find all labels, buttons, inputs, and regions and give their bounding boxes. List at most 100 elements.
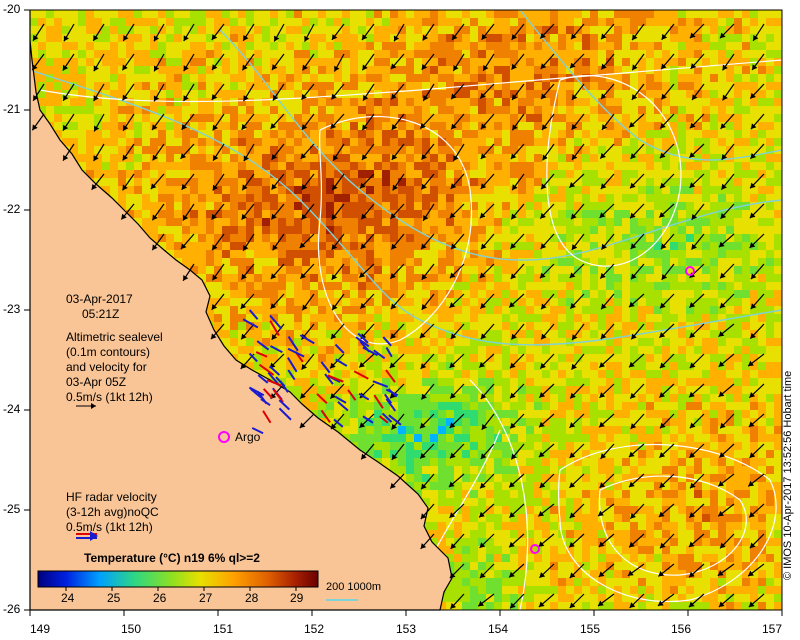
sst-cell	[150, 74, 158, 82]
sst-cell	[486, 122, 494, 130]
sst-cell	[462, 122, 470, 130]
sst-cell	[350, 42, 358, 50]
sst-cell	[422, 346, 430, 354]
sst-cell	[406, 42, 414, 50]
sst-cell	[382, 138, 390, 146]
sst-cell	[318, 26, 326, 34]
sst-cell	[134, 130, 142, 138]
sst-cell	[414, 410, 422, 418]
sst-cell	[294, 210, 302, 218]
sst-cell	[142, 146, 150, 154]
sst-cell	[318, 114, 326, 122]
sst-cell	[550, 322, 558, 330]
sst-cell	[94, 74, 102, 82]
sst-cell	[558, 34, 566, 42]
sst-cell	[734, 402, 742, 410]
sst-cell	[86, 10, 94, 18]
sst-cell	[358, 58, 366, 66]
sst-cell	[582, 314, 590, 322]
sst-cell	[78, 122, 86, 130]
sst-cell	[222, 74, 230, 82]
sst-cell	[494, 314, 502, 322]
sst-cell	[246, 282, 254, 290]
sst-cell	[742, 322, 750, 330]
sst-cell	[582, 274, 590, 282]
sst-cell	[350, 226, 358, 234]
sst-cell	[422, 290, 430, 298]
sst-cell	[78, 146, 86, 154]
sst-cell	[478, 202, 486, 210]
sst-cell	[702, 402, 710, 410]
sst-cell	[398, 386, 406, 394]
sst-cell	[526, 410, 534, 418]
sst-cell	[374, 226, 382, 234]
sst-cell	[230, 298, 238, 306]
sst-cell	[622, 114, 630, 122]
sst-cell	[694, 314, 702, 322]
sst-cell	[742, 170, 750, 178]
sst-cell	[102, 122, 110, 130]
sst-cell	[630, 346, 638, 354]
sst-cell	[214, 250, 222, 258]
sst-cell	[614, 266, 622, 274]
sst-cell	[518, 330, 526, 338]
sst-cell	[222, 250, 230, 258]
sst-cell	[470, 10, 478, 18]
sst-cell	[446, 82, 454, 90]
sst-cell	[686, 338, 694, 346]
sst-cell	[766, 274, 774, 282]
sst-cell	[438, 34, 446, 42]
sst-cell	[254, 106, 262, 114]
sst-cell	[750, 402, 758, 410]
sst-cell	[774, 290, 782, 298]
sst-cell	[606, 202, 614, 210]
sst-cell	[766, 346, 774, 354]
sst-cell	[558, 122, 566, 130]
sst-cell	[406, 282, 414, 290]
sst-cell	[118, 194, 126, 202]
sst-cell	[262, 218, 270, 226]
sst-cell	[358, 18, 366, 26]
sst-cell	[374, 218, 382, 226]
sst-cell	[614, 146, 622, 154]
sst-cell	[630, 10, 638, 18]
sst-cell	[414, 418, 422, 426]
sst-cell	[630, 106, 638, 114]
sst-cell	[486, 290, 494, 298]
sst-cell	[702, 250, 710, 258]
sst-cell	[438, 90, 446, 98]
sst-cell	[742, 234, 750, 242]
sst-cell	[494, 290, 502, 298]
sst-cell	[486, 370, 494, 378]
sst-cell	[310, 130, 318, 138]
sst-cell	[166, 90, 174, 98]
sst-cell	[438, 122, 446, 130]
sst-cell	[694, 42, 702, 50]
sst-cell	[534, 138, 542, 146]
sst-cell	[718, 50, 726, 58]
sst-cell	[350, 298, 358, 306]
sst-cell	[494, 114, 502, 122]
sst-cell	[686, 290, 694, 298]
sst-cell	[254, 82, 262, 90]
sst-cell	[702, 98, 710, 106]
sst-cell	[502, 138, 510, 146]
sst-cell	[278, 186, 286, 194]
sst-cell	[694, 402, 702, 410]
sst-cell	[342, 10, 350, 18]
sst-cell	[678, 114, 686, 122]
sst-cell	[542, 426, 550, 434]
sst-cell	[430, 178, 438, 186]
sst-cell	[366, 42, 374, 50]
sst-cell	[150, 50, 158, 58]
sst-cell	[534, 66, 542, 74]
sst-cell	[654, 346, 662, 354]
sst-cell	[710, 146, 718, 154]
sst-cell	[54, 18, 62, 26]
sst-cell	[398, 370, 406, 378]
sst-cell	[494, 90, 502, 98]
sst-cell	[286, 74, 294, 82]
sst-cell	[774, 362, 782, 370]
sst-cell	[406, 82, 414, 90]
sst-cell	[646, 290, 654, 298]
